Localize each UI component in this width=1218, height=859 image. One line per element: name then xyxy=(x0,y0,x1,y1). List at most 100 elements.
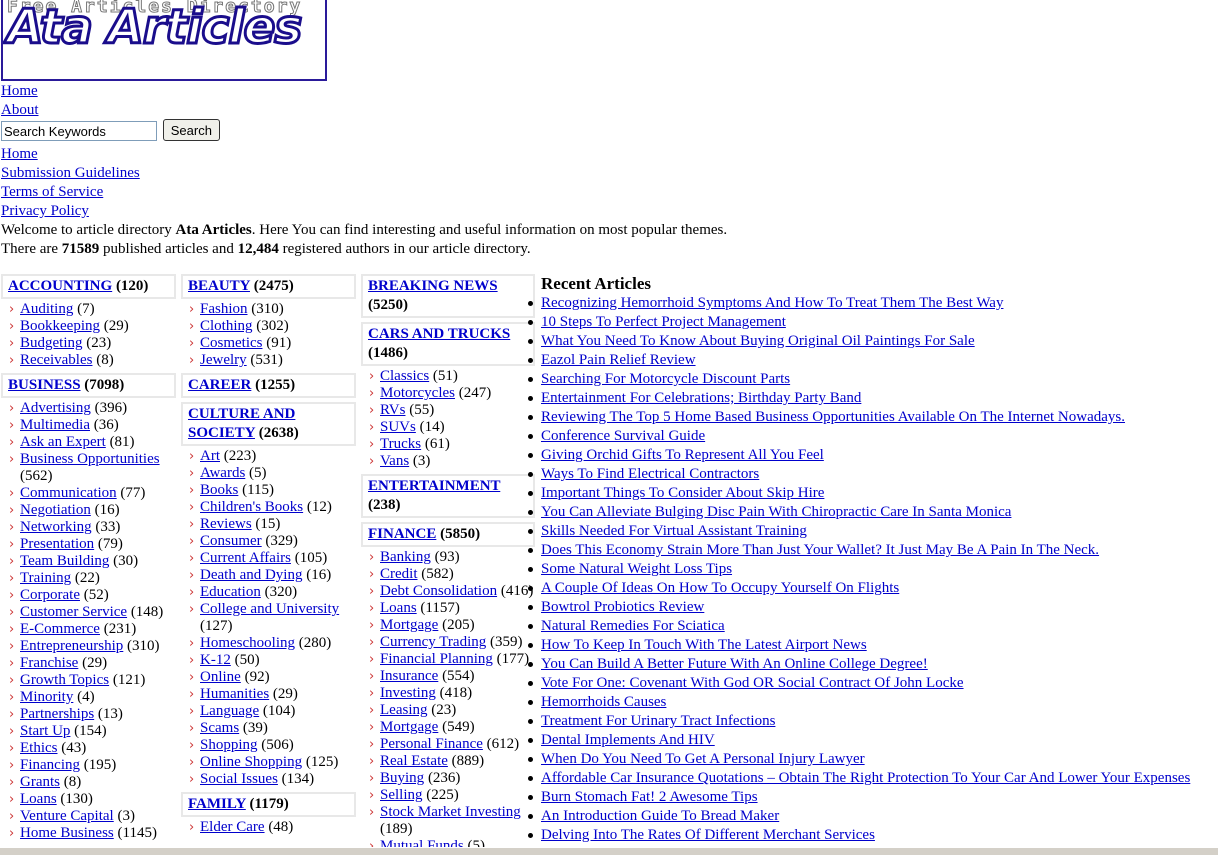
category-link[interactable]: ENTERTAINMENT xyxy=(368,478,500,494)
category-link[interactable]: FAMILY xyxy=(188,796,246,812)
subcategory-link[interactable]: Online Shopping xyxy=(200,754,302,770)
nav-about[interactable]: About xyxy=(1,101,39,120)
nav-home[interactable]: Home xyxy=(1,82,39,101)
recent-article-link[interactable]: When Do You Need To Get A Personal Injur… xyxy=(541,751,865,767)
subcategory-link[interactable]: Financing xyxy=(20,757,80,773)
subcategory-link[interactable]: Selling xyxy=(380,787,423,803)
subcategory-link[interactable]: Clothing xyxy=(200,318,253,334)
recent-article-link[interactable]: Recognizing Hemorrhoid Symptoms And How … xyxy=(541,295,1003,311)
subcategory-link[interactable]: Ethics xyxy=(20,740,58,756)
subcategory-link[interactable]: Online xyxy=(200,669,241,685)
subcategory-link[interactable]: Bookkeeping xyxy=(20,318,100,334)
subcategory-link[interactable]: Art xyxy=(200,448,220,464)
subcategory-link[interactable]: Shopping xyxy=(200,737,258,753)
recent-article-link[interactable]: Bowtrol Probiotics Review xyxy=(541,599,704,615)
subnav-home[interactable]: Home xyxy=(1,145,140,164)
subcategory-link[interactable]: Books xyxy=(200,482,238,498)
subcategory-link[interactable]: Real Estate xyxy=(380,753,448,769)
subcategory-link[interactable]: Minority xyxy=(20,689,73,705)
subcategory-link[interactable]: Loans xyxy=(20,791,57,807)
subcategory-link[interactable]: Education xyxy=(200,584,261,600)
subcategory-link[interactable]: Home Business xyxy=(20,825,114,841)
subcategory-link[interactable]: Awards xyxy=(200,465,245,481)
category-link[interactable]: CARS AND TRUCKS xyxy=(368,326,510,342)
category-link[interactable]: ACCOUNTING xyxy=(8,278,112,294)
subcategory-link[interactable]: Corporate xyxy=(20,587,80,603)
category-link[interactable]: CAREER xyxy=(188,377,251,393)
subcategory-link[interactable]: Elder Care xyxy=(200,819,265,835)
subcategory-link[interactable]: Insurance xyxy=(380,668,438,684)
subcategory-link[interactable]: K-12 xyxy=(200,652,231,668)
recent-article-link[interactable]: Eazol Pain Relief Review xyxy=(541,352,696,368)
subcategory-link[interactable]: Scams xyxy=(200,720,239,736)
subcategory-link[interactable]: Currency Trading xyxy=(380,634,486,650)
category-link[interactable]: BUSINESS xyxy=(8,377,81,393)
subcategory-link[interactable]: Advertising xyxy=(20,400,91,416)
subcategory-link[interactable]: Ask an Expert xyxy=(20,434,106,450)
recent-article-link[interactable]: Reviewing The Top 5 Home Based Business … xyxy=(541,409,1125,425)
recent-article-link[interactable]: 10 Steps To Perfect Project Management xyxy=(541,314,786,330)
subnav-terms[interactable]: Terms of Service xyxy=(1,183,140,202)
subcategory-link[interactable]: Auditing xyxy=(20,301,73,317)
subcategory-link[interactable]: Team Building xyxy=(20,553,109,569)
subcategory-link[interactable]: Vans xyxy=(380,453,409,469)
subcategory-link[interactable]: Fashion xyxy=(200,301,248,317)
recent-article-link[interactable]: You Can Alleviate Bulging Disc Pain With… xyxy=(541,504,1011,520)
recent-article-link[interactable]: What You Need To Know About Buying Origi… xyxy=(541,333,975,349)
subcategory-link[interactable]: Budgeting xyxy=(20,335,83,351)
subcategory-link[interactable]: Current Affairs xyxy=(200,550,291,566)
subcategory-link[interactable]: Reviews xyxy=(200,516,252,532)
category-link[interactable]: FINANCE xyxy=(368,526,436,542)
subcategory-link[interactable]: Receivables xyxy=(20,352,92,368)
subcategory-link[interactable]: Cosmetics xyxy=(200,335,263,351)
recent-article-link[interactable]: You Can Build A Better Future With An On… xyxy=(541,656,928,672)
subcategory-link[interactable]: Mortgage xyxy=(380,617,438,633)
subcategory-link[interactable]: Investing xyxy=(380,685,436,701)
subcategory-link[interactable]: Training xyxy=(20,570,71,586)
subcategory-link[interactable]: Humanities xyxy=(200,686,269,702)
recent-article-link[interactable]: Conference Survival Guide xyxy=(541,428,705,444)
subcategory-link[interactable]: Banking xyxy=(380,549,431,565)
subnav-submission-guidelines[interactable]: Submission Guidelines xyxy=(1,164,140,183)
subcategory-link[interactable]: Stock Market Investing xyxy=(380,804,521,820)
subcategory-link[interactable]: Growth Topics xyxy=(20,672,109,688)
subcategory-link[interactable]: Debt Consolidation xyxy=(380,583,497,599)
recent-article-link[interactable]: Giving Orchid Gifts To Represent All You… xyxy=(541,447,824,463)
recent-article-link[interactable]: How To Keep In Touch With The Latest Air… xyxy=(541,637,867,653)
subcategory-link[interactable]: Networking xyxy=(20,519,92,535)
subcategory-link[interactable]: Consumer xyxy=(200,533,262,549)
subcategory-link[interactable]: Mortgage xyxy=(380,719,438,735)
subcategory-link[interactable]: Classics xyxy=(380,368,429,384)
subcategory-link[interactable]: RVs xyxy=(380,402,405,418)
subcategory-link[interactable]: Social Issues xyxy=(200,771,278,787)
subcategory-link[interactable]: SUVs xyxy=(380,419,416,435)
subcategory-link[interactable]: Language xyxy=(200,703,259,719)
recent-article-link[interactable]: Does This Economy Strain More Than Just … xyxy=(541,542,1099,558)
subcategory-link[interactable]: Grants xyxy=(20,774,60,790)
recent-article-link[interactable]: Ways To Find Electrical Contractors xyxy=(541,466,759,482)
category-link[interactable]: BREAKING NEWS xyxy=(368,278,498,294)
category-link[interactable]: BEAUTY xyxy=(188,278,250,294)
subnav-privacy[interactable]: Privacy Policy xyxy=(1,202,140,221)
recent-article-link[interactable]: Burn Stomach Fat! 2 Awesome Tips xyxy=(541,789,758,805)
subcategory-link[interactable]: Personal Finance xyxy=(380,736,483,752)
subcategory-link[interactable]: Venture Capital xyxy=(20,808,114,824)
recent-article-link[interactable]: Delving Into The Rates Of Different Merc… xyxy=(541,827,875,843)
subcategory-link[interactable]: Children's Books xyxy=(200,499,303,515)
search-button[interactable]: Search xyxy=(162,119,220,141)
site-logo[interactable]: Free Articles Directory Ata Articles xyxy=(1,0,327,81)
recent-article-link[interactable]: Hemorrhoids Causes xyxy=(541,694,666,710)
subcategory-link[interactable]: E-Commerce xyxy=(20,621,100,637)
recent-article-link[interactable]: A Couple Of Ideas On How To Occupy Yours… xyxy=(541,580,899,596)
subcategory-link[interactable]: Trucks xyxy=(380,436,421,452)
recent-article-link[interactable]: Vote For One: Covenant With God OR Socia… xyxy=(541,675,964,691)
subcategory-link[interactable]: Franchise xyxy=(20,655,78,671)
subcategory-link[interactable]: Partnerships xyxy=(20,706,94,722)
subcategory-link[interactable]: Communication xyxy=(20,485,117,501)
subcategory-link[interactable]: Jewelry xyxy=(200,352,247,368)
recent-article-link[interactable]: Important Things To Consider About Skip … xyxy=(541,485,824,501)
recent-article-link[interactable]: Dental Implements And HIV xyxy=(541,732,715,748)
subcategory-link[interactable]: Business Opportunities xyxy=(20,451,160,467)
subcategory-link[interactable]: Financial Planning xyxy=(380,651,493,667)
subcategory-link[interactable]: Presentation xyxy=(20,536,94,552)
